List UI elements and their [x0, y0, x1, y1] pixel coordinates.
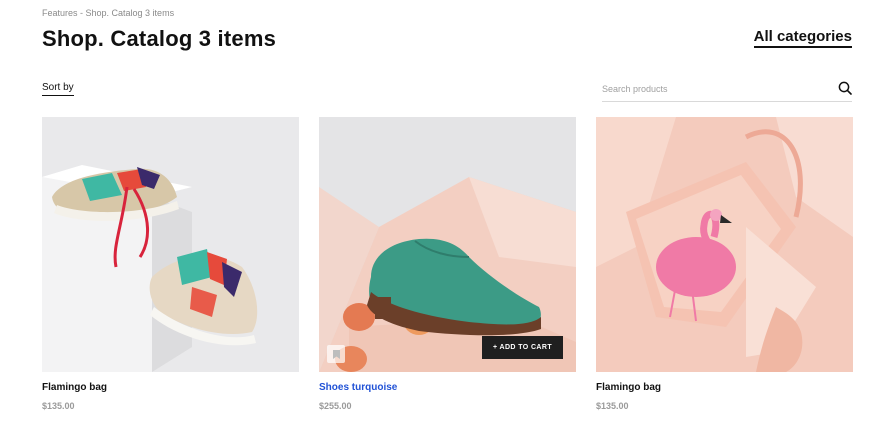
green-shoe-photo — [319, 117, 576, 372]
page-title: Shop. Catalog 3 items — [42, 26, 277, 51]
product-name[interactable]: Shoes turquoise — [319, 382, 576, 393]
flamingo-bag-photo — [596, 117, 853, 372]
product-price: $255.00 — [319, 401, 352, 411]
product-name[interactable]: Flamingo bag — [596, 382, 853, 393]
product-card[interactable]: Flamingo bag $135.00 — [596, 117, 853, 411]
bookmark-icon — [332, 349, 340, 359]
breadcrumb: Features - Shop. Catalog 3 items — [42, 8, 175, 18]
all-categories-link[interactable]: All categories — [753, 29, 852, 48]
search-input[interactable] — [602, 80, 822, 98]
search-icon[interactable] — [838, 81, 852, 95]
search-bar — [602, 78, 852, 102]
product-image[interactable]: + ADD TO CART — [319, 117, 576, 372]
product-card[interactable]: Flamingo bag $135.00 — [42, 117, 299, 411]
sneakers-photo — [42, 117, 299, 372]
product-image[interactable] — [596, 117, 853, 372]
wishlist-button[interactable] — [327, 345, 345, 363]
product-price: $135.00 — [596, 401, 629, 411]
product-name[interactable]: Flamingo bag — [42, 382, 299, 393]
product-image[interactable] — [42, 117, 299, 372]
product-card[interactable]: + ADD TO CART Shoes turquoise $255.00 — [319, 117, 576, 411]
product-price: $135.00 — [42, 401, 75, 411]
sort-by-dropdown[interactable]: Sort by — [42, 82, 74, 96]
add-to-cart-button[interactable]: + ADD TO CART — [482, 336, 563, 359]
